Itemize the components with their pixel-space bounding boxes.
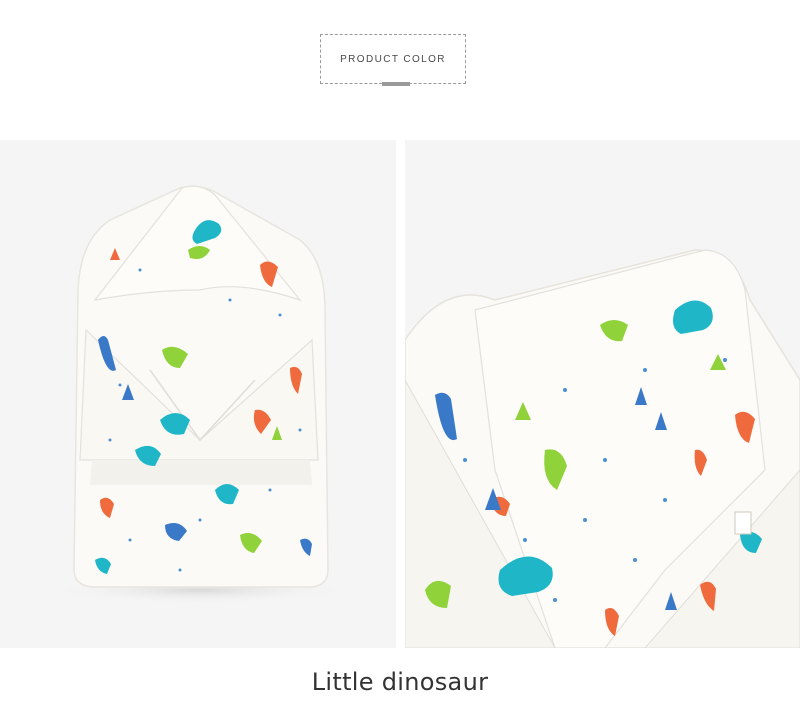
product-photo-closeup: [405, 140, 800, 648]
section-heading-box: PRODUCT COLOR: [320, 34, 466, 84]
product-caption: Little dinosaur: [311, 668, 489, 696]
product-photo-front: [0, 140, 396, 648]
section-heading: PRODUCT COLOR: [340, 53, 446, 65]
heading-underline: [382, 82, 410, 86]
